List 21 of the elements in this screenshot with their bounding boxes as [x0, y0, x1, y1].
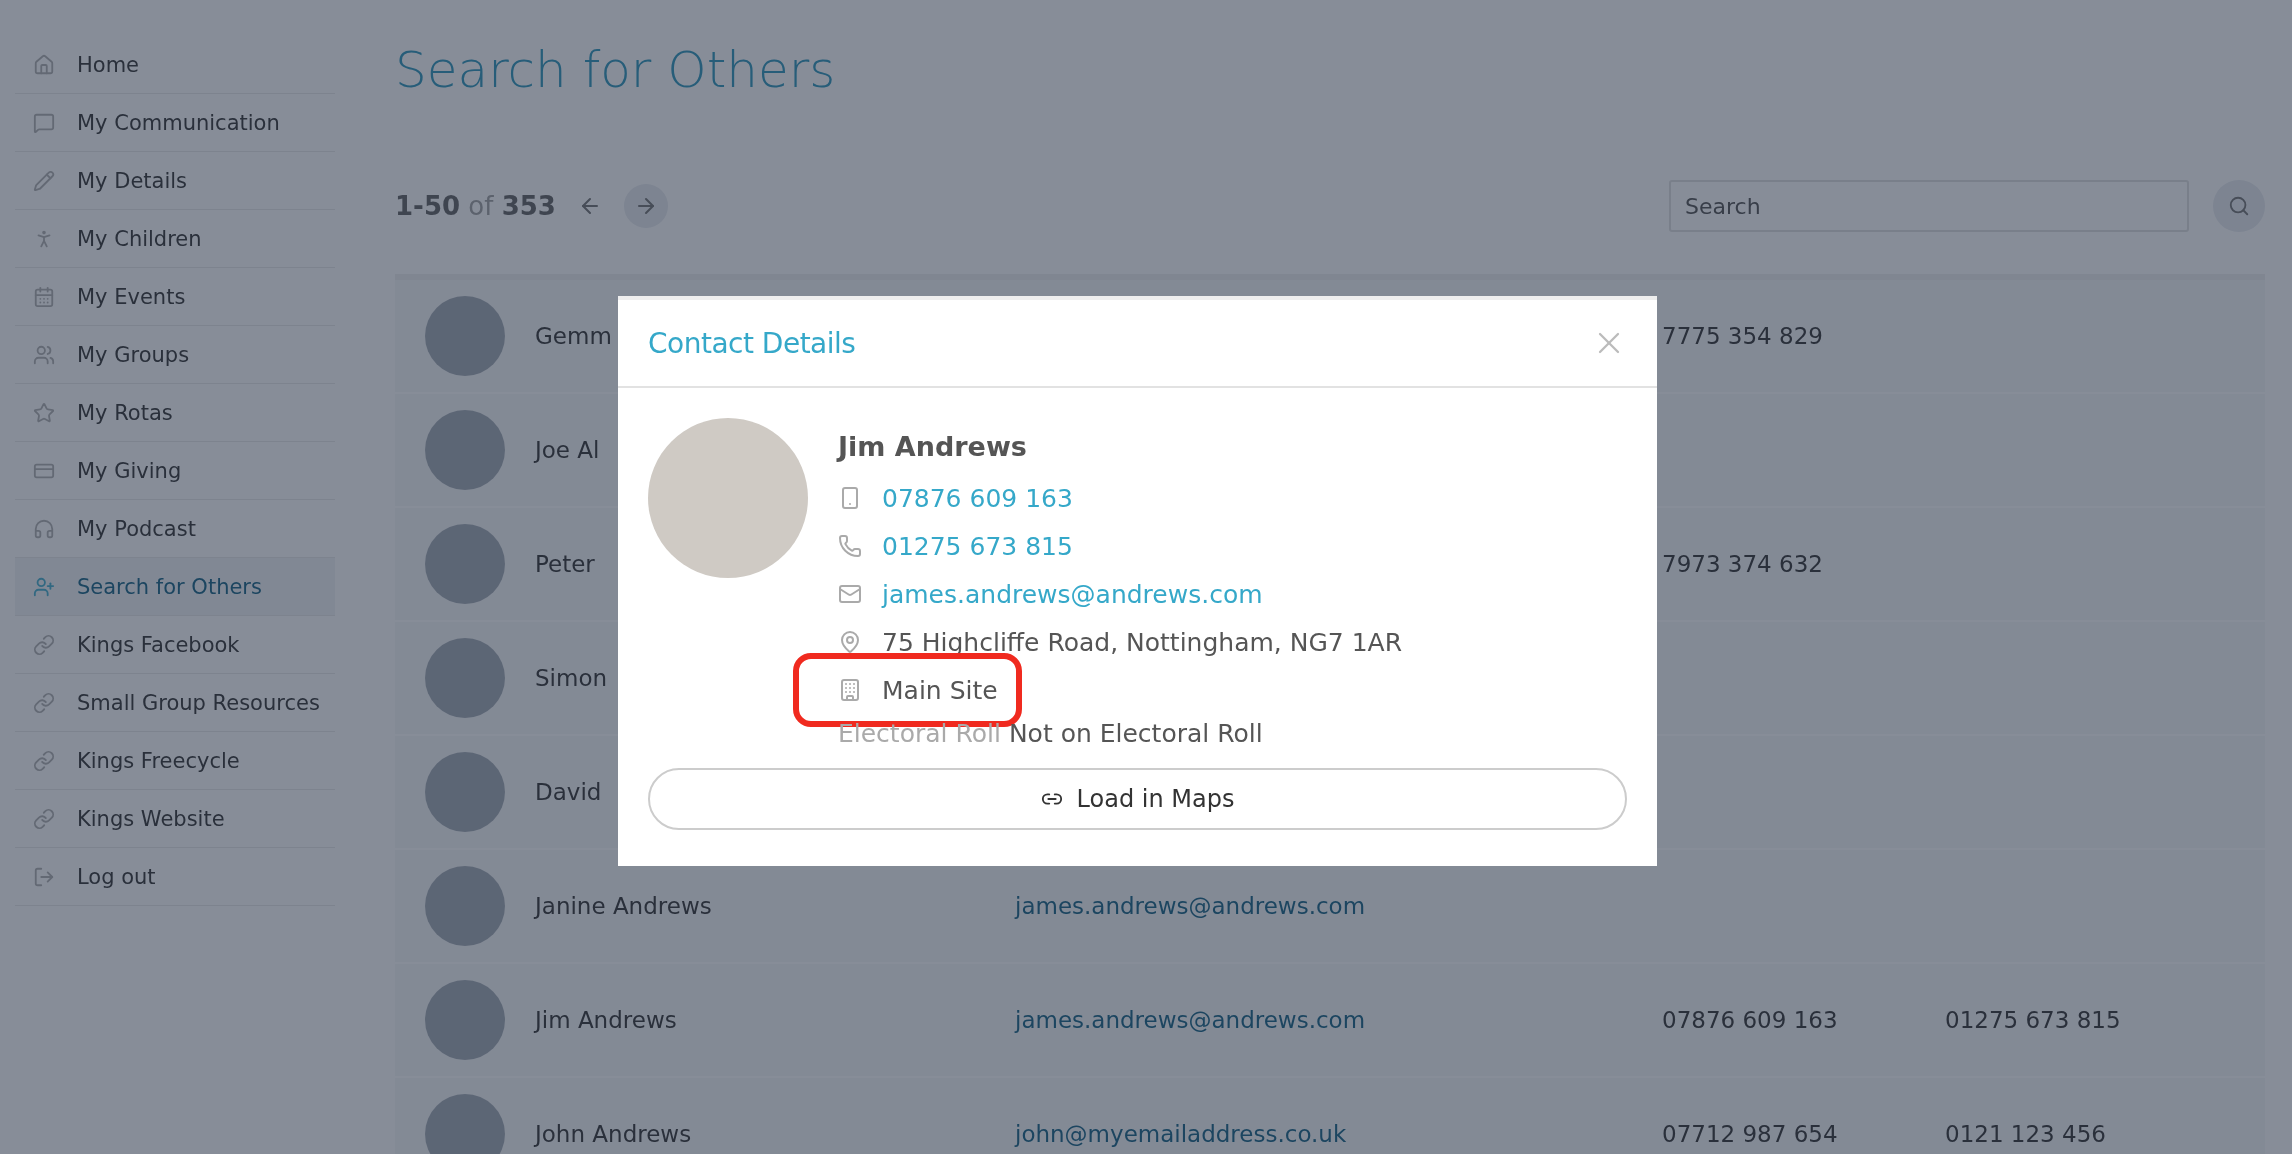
contact-phone: 7973 374 632 [1662, 551, 1823, 577]
contact-phone: 01275 673 815 [1945, 1007, 2121, 1033]
field-label: Electoral Roll [838, 718, 1001, 748]
page-title: Search for Others [395, 40, 837, 100]
contact-name: Jim Andrews [535, 1007, 677, 1033]
contact-name: Joe Al [535, 437, 600, 463]
contact-phone: 07712 987 654 [1662, 1121, 1838, 1147]
field-value: Not on Electoral Roll [1008, 718, 1263, 748]
contact-name: Simon [535, 665, 608, 691]
contact-detail: 75 Highcliffe Road, Nottingham, NG7 1AR [882, 627, 1402, 657]
contact-phone: 7775 354 829 [1662, 323, 1823, 349]
contact-phone: 0121 123 456 [1945, 1121, 2106, 1147]
contact-name: Janine Andrews [535, 893, 712, 919]
contact-name: John Andrews [535, 1121, 692, 1147]
contact-detail: Main Site [882, 675, 998, 705]
contact-name: Jim Andrews [838, 429, 1028, 464]
contact-name: Peter [535, 551, 595, 577]
dialog-title: Contact Details [648, 326, 856, 360]
contact-name: Gemm [535, 323, 612, 349]
contact-phone: 07876 609 163 [1662, 1007, 1838, 1033]
contact-name: David [535, 779, 602, 805]
